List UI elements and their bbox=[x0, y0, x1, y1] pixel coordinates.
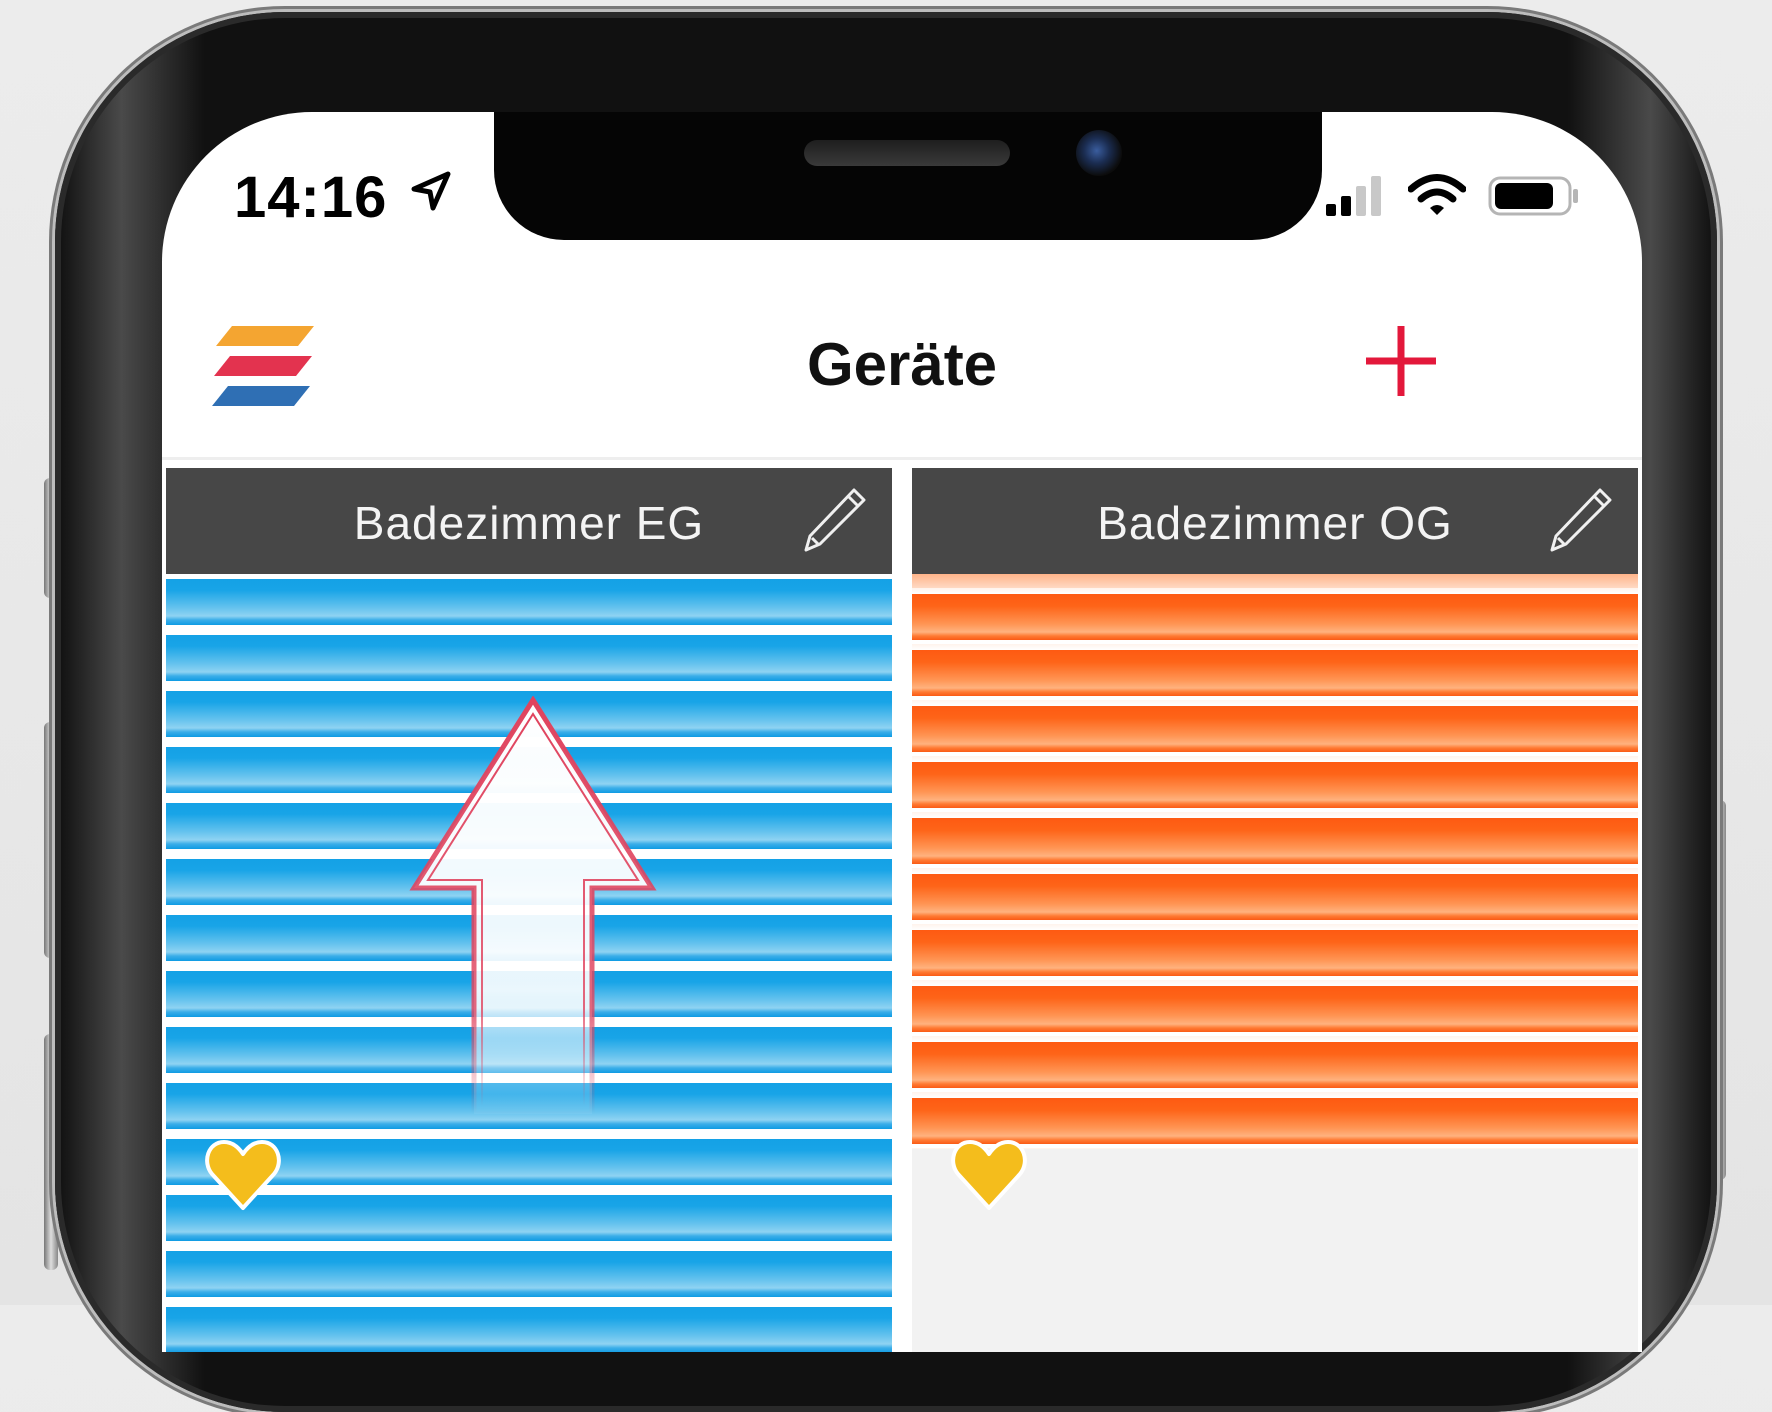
location-arrow-icon bbox=[411, 171, 451, 211]
blind-top-rail bbox=[912, 574, 1638, 588]
favorite-heart-icon[interactable] bbox=[950, 1136, 1028, 1214]
device-tile-header: Badezimmer EG bbox=[166, 468, 892, 574]
add-device-button[interactable] bbox=[1360, 320, 1442, 402]
battery-icon bbox=[1488, 176, 1578, 216]
wifi-icon bbox=[1408, 174, 1466, 215]
edit-pencil-icon[interactable] bbox=[798, 484, 870, 556]
earpiece-speaker bbox=[804, 140, 1010, 166]
arrow-up-icon bbox=[409, 696, 657, 1116]
favorite-heart-icon[interactable] bbox=[204, 1136, 282, 1214]
device-name: Badezimmer OG bbox=[1097, 497, 1453, 549]
edit-pencil-icon[interactable] bbox=[1544, 484, 1616, 556]
device-tile-badezimmer-eg[interactable]: Badezimmer EG bbox=[166, 468, 892, 1352]
cellular-signal-icon bbox=[1326, 176, 1381, 216]
device-name: Badezimmer EG bbox=[353, 497, 705, 549]
front-camera bbox=[1076, 130, 1122, 176]
notch bbox=[494, 112, 1322, 240]
status-time: 14:16 bbox=[234, 165, 388, 230]
device-tile-badezimmer-og[interactable]: Badezimmer OG bbox=[912, 468, 1638, 1352]
status-indicators bbox=[1324, 174, 1580, 218]
device-tile-header: Badezimmer OG bbox=[912, 468, 1638, 574]
phone-screen: 14:16 Geräte Badezimmer EG Badezimmer OG bbox=[162, 112, 1642, 1352]
nav-divider bbox=[162, 457, 1642, 460]
blind-slats bbox=[912, 588, 1638, 1149]
blind-visual-closed bbox=[912, 574, 1638, 1149]
